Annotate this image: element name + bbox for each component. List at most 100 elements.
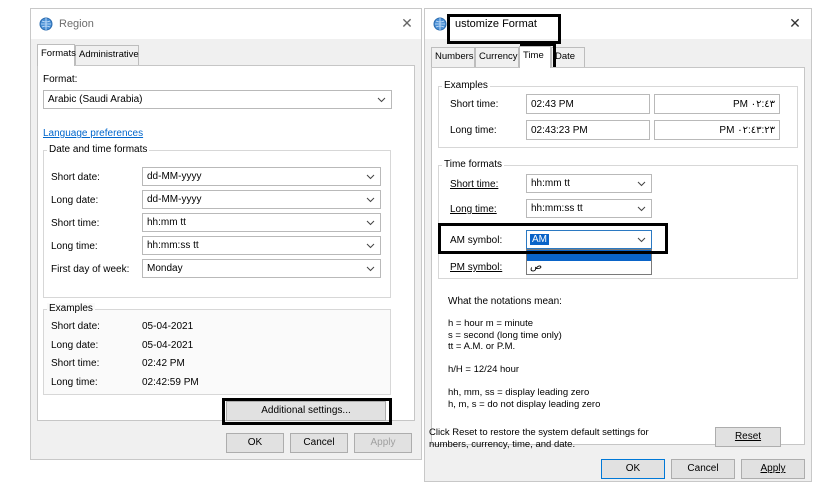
region-titlebar[interactable]: Region ✕	[31, 9, 421, 39]
customize-short-time-label: Short time:	[450, 99, 499, 110]
notation-line: h = hour m = minute	[448, 318, 534, 329]
long-date-dropdown[interactable]: dd-MM-yyyy	[142, 190, 381, 209]
short-time-example: 02:43 PM	[531, 99, 574, 110]
tab-time[interactable]: Time	[519, 46, 551, 68]
short-date-label: Short date:	[51, 172, 100, 183]
region-apply-button[interactable]: Apply	[354, 433, 412, 453]
pm-symbol-label: PM symbol:	[450, 262, 503, 273]
chevron-down-icon	[366, 174, 375, 180]
notation-line	[448, 376, 600, 388]
long-time-label: Long time:	[51, 241, 98, 252]
customize-long-time-label: Long time:	[450, 125, 497, 136]
notation-line: tt = A.M. or P.M.	[448, 341, 516, 352]
region-ok-button[interactable]: OK	[226, 433, 284, 453]
long-time-dropdown[interactable]: hh:mm:ss tt	[142, 236, 381, 255]
am-symbol-value: AM	[530, 234, 549, 245]
language-preferences-link[interactable]: Language preferences	[43, 128, 143, 139]
notations-text: h = hour m = minute s = second (long tim…	[448, 318, 600, 410]
region-close-icon[interactable]: ✕	[399, 15, 415, 31]
example-short-time-value: 02:42 PM	[142, 358, 185, 369]
format-dropdown[interactable]: Arabic (Saudi Arabia)	[43, 90, 392, 109]
short-time-format-value: hh:mm tt	[531, 178, 570, 189]
region-title: Region	[59, 18, 94, 30]
long-time-value: hh:mm:ss tt	[147, 240, 199, 251]
long-time-example-field: 02:43:23 PM	[526, 120, 650, 140]
customize-close-icon[interactable]: ✕	[787, 15, 803, 31]
apply-label: Apply	[760, 463, 786, 474]
example-long-time-label: Long time:	[51, 377, 98, 388]
short-date-dropdown[interactable]: dd-MM-yyyy	[142, 167, 381, 186]
long-time-format-dropdown[interactable]: hh:mm:ss tt	[526, 199, 652, 218]
short-time-format-dropdown[interactable]: hh:mm tt	[526, 174, 652, 193]
notation-line: h, m, s = do not display leading zero	[448, 398, 601, 410]
long-date-label: Long date:	[51, 195, 99, 206]
am-dropdown-list: ص	[526, 249, 652, 275]
first-day-of-week-value: Monday	[147, 263, 183, 274]
notation-line: hh, mm, ss = display leading zero	[448, 387, 590, 398]
chevron-down-icon	[377, 97, 386, 103]
format-value: Arabic (Saudi Arabia)	[48, 94, 143, 105]
am-dropdown-option[interactable]: ص	[530, 261, 542, 272]
first-day-of-week-label: First day of week:	[51, 264, 130, 275]
reset-description-1: Click Reset to restore the system defaul…	[429, 427, 649, 438]
customize-title: ustomize Format	[455, 18, 537, 30]
short-date-value: dd-MM-yyyy	[147, 171, 202, 182]
notation-line: s = second (long time only)	[448, 329, 562, 341]
long-time-example: 02:43:23 PM	[531, 125, 588, 136]
region-cancel-button[interactable]: Cancel	[290, 433, 348, 453]
notations-title: What the notations mean:	[448, 296, 562, 307]
chevron-down-icon	[366, 243, 375, 249]
short-time-value: hh:mm tt	[147, 217, 186, 228]
region-window: Region ✕ Formats Administrative Format: …	[30, 8, 422, 460]
short-time-format-label: Short time:	[450, 179, 499, 190]
chevron-down-icon	[366, 220, 375, 226]
tab-date[interactable]: Date	[551, 47, 585, 67]
customize-examples-title: Examples	[442, 80, 490, 91]
customize-format-window: ustomize Format ✕ Numbers Currency Time …	[424, 8, 812, 482]
example-long-date-label: Long date:	[51, 340, 99, 351]
chevron-down-icon	[366, 197, 375, 203]
tab-numbers[interactable]: Numbers	[431, 47, 475, 67]
tab-currency[interactable]: Currency	[475, 47, 519, 67]
chevron-down-icon	[366, 266, 375, 272]
am-symbol-label: AM symbol:	[450, 235, 503, 246]
short-time-arabic-field: PM ٠٢:٤٣	[654, 94, 780, 114]
am-dropdown-selected-option[interactable]	[527, 250, 651, 261]
examples-title: Examples	[47, 303, 95, 314]
format-label: Format:	[43, 74, 78, 85]
reset-button[interactable]: Reset	[715, 427, 781, 447]
first-day-of-week-dropdown[interactable]: Monday	[142, 259, 381, 278]
long-time-arabic: PM ٠٢:٤٣:٢٣	[719, 125, 775, 136]
example-short-date-value: 05-04-2021	[142, 321, 194, 332]
chevron-down-icon[interactable]	[637, 235, 646, 244]
long-time-arabic-field: PM ٠٢:٤٣:٢٣	[654, 120, 780, 140]
short-time-dropdown[interactable]: hh:mm tt	[142, 213, 381, 232]
time-panel: Examples Short time: 02:43 PM PM ٠٢:٤٣ L…	[431, 67, 805, 445]
customize-titlebar[interactable]: ustomize Format ✕	[425, 9, 811, 39]
reset-label: Reset	[734, 431, 762, 442]
short-time-example-field: 02:43 PM	[526, 94, 650, 114]
customize-apply-button[interactable]: Apply	[741, 459, 805, 479]
customize-cancel-button[interactable]: Cancel	[671, 459, 735, 479]
tab-administrative[interactable]: Administrative	[75, 45, 139, 65]
formats-panel: Format: Arabic (Saudi Arabia) Language p…	[37, 65, 415, 425]
tab-formats[interactable]: Formats	[37, 44, 76, 66]
example-long-time-value: 02:42:59 PM	[142, 377, 199, 388]
long-time-format-label: Long time:	[450, 204, 497, 215]
long-time-format-value: hh:mm:ss tt	[531, 203, 583, 214]
time-formats-title: Time formats	[442, 159, 504, 170]
globe-clock-icon	[39, 17, 53, 31]
globe-clock-icon	[433, 17, 447, 31]
customize-ok-button[interactable]: OK	[601, 459, 665, 479]
short-time-arabic: PM ٠٢:٤٣	[732, 99, 775, 110]
date-time-formats-title: Date and time formats	[47, 144, 150, 155]
example-long-date-value: 05-04-2021	[142, 340, 194, 351]
am-symbol-dropdown[interactable]: AM	[526, 230, 652, 249]
long-date-value: dd-MM-yyyy	[147, 194, 202, 205]
chevron-down-icon	[637, 206, 646, 212]
additional-settings-button[interactable]: Additional settings...	[226, 401, 386, 421]
example-short-time-label: Short time:	[51, 358, 100, 369]
short-time-label: Short time:	[51, 218, 100, 229]
example-short-date-label: Short date:	[51, 321, 100, 332]
notation-line	[448, 353, 600, 365]
